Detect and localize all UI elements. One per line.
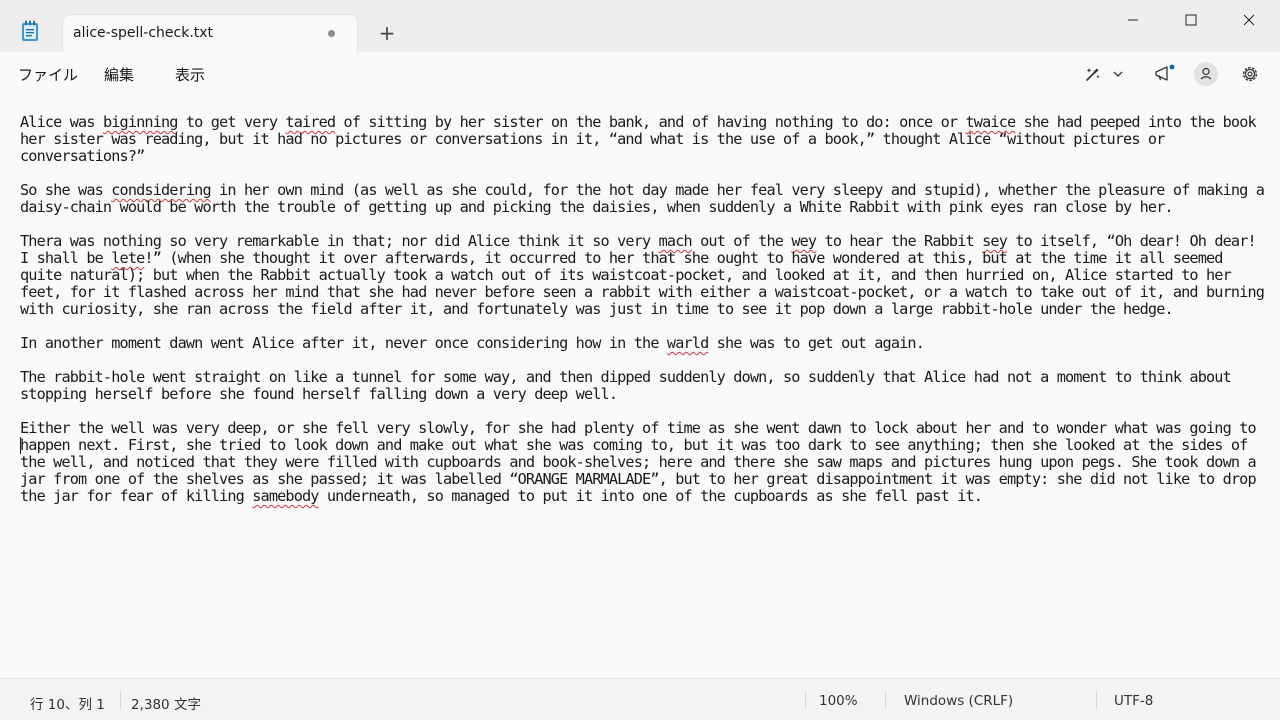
tab-document[interactable]: alice-spell-check.txt bbox=[62, 14, 358, 52]
close-button[interactable] bbox=[1220, 0, 1278, 40]
text-run: to hear the Rabbit bbox=[816, 232, 983, 250]
misspelled-word[interactable]: mach bbox=[659, 232, 693, 250]
text-run: So she was bbox=[20, 181, 112, 199]
menu-view[interactable]: 表示 bbox=[175, 64, 205, 85]
document-text[interactable]: Alice was biginning to get very taired o… bbox=[20, 114, 1270, 505]
menu-file[interactable]: ファイル bbox=[18, 64, 78, 85]
settings-icon[interactable] bbox=[1236, 60, 1264, 88]
new-tab-button[interactable]: + bbox=[374, 20, 400, 46]
paragraph[interactable]: Thera was nothing so very remarkable in … bbox=[20, 233, 1270, 318]
notepad-icon bbox=[20, 20, 40, 42]
text-run: The rabbit-hole went straight on like a … bbox=[20, 368, 1240, 403]
maximize-button[interactable] bbox=[1162, 0, 1220, 40]
misspelled-word[interactable]: sey bbox=[982, 232, 1008, 250]
zoom-level[interactable]: 100% bbox=[819, 693, 858, 709]
text-caret bbox=[20, 437, 21, 454]
status-divider bbox=[120, 691, 121, 709]
maximize-icon bbox=[1185, 14, 1197, 26]
status-divider bbox=[1096, 691, 1097, 709]
text-run: Alice was bbox=[20, 113, 103, 131]
paragraph[interactable]: Alice was biginning to get very taired o… bbox=[20, 114, 1270, 165]
text-run: of sitting by her sister on the bank, an… bbox=[335, 113, 966, 131]
text-run: she was to get out again. bbox=[708, 334, 925, 352]
text-run: to get very bbox=[177, 113, 286, 131]
status-divider bbox=[885, 691, 886, 709]
account-icon[interactable] bbox=[1192, 60, 1220, 88]
cursor-position[interactable]: 行 10、列 1 bbox=[30, 693, 105, 713]
misspelled-word[interactable]: taired bbox=[285, 113, 336, 131]
minimize-icon bbox=[1128, 19, 1138, 21]
close-icon bbox=[1243, 14, 1255, 26]
character-count: 2,380 文字 bbox=[131, 697, 201, 713]
misspelled-word[interactable]: warld bbox=[667, 334, 709, 352]
text-editor[interactable]: Alice was biginning to get very taired o… bbox=[0, 94, 1280, 678]
paragraph[interactable]: In another moment dawn went Alice after … bbox=[20, 335, 1270, 352]
copilot-icon[interactable] bbox=[1080, 60, 1106, 88]
text-run: out of the bbox=[691, 232, 792, 250]
misspelled-word[interactable]: lete bbox=[111, 249, 145, 267]
paragraph[interactable]: Either the well was very deep, or she fe… bbox=[20, 420, 1270, 505]
text-run: Thera was nothing so very remarkable in … bbox=[20, 232, 659, 250]
misspelled-word[interactable]: biginning bbox=[103, 113, 179, 131]
unsaved-dot-icon[interactable] bbox=[328, 30, 335, 37]
misspelled-word[interactable]: twaice bbox=[966, 113, 1017, 131]
feedback-icon[interactable] bbox=[1150, 60, 1180, 88]
menu-edit[interactable]: 編集 bbox=[104, 64, 134, 85]
paragraph[interactable]: The rabbit-hole went straight on like a … bbox=[20, 369, 1270, 403]
encoding[interactable]: UTF-8 bbox=[1114, 693, 1153, 709]
status-bar: 行 10、列 1 2,380 文字 100% Windows (CRLF) UT… bbox=[0, 678, 1280, 720]
paragraph[interactable]: So she was condsidering in her own mind … bbox=[20, 182, 1270, 216]
title-bar: alice-spell-check.txt + bbox=[0, 0, 1280, 52]
tab-title: alice-spell-check.txt bbox=[73, 25, 214, 41]
minimize-button[interactable] bbox=[1104, 0, 1162, 40]
status-divider bbox=[805, 691, 806, 709]
misspelled-word[interactable]: wey bbox=[791, 232, 817, 250]
chevron-down-icon[interactable] bbox=[1108, 60, 1128, 88]
text-run: underneath, so managed to put it into on… bbox=[318, 487, 983, 505]
line-ending[interactable]: Windows (CRLF) bbox=[904, 693, 1013, 709]
misspelled-word[interactable]: condsidering bbox=[111, 181, 211, 199]
text-run: !” (when she thought it over afterwards,… bbox=[20, 249, 1273, 318]
misspelled-word[interactable]: samebody bbox=[252, 487, 319, 505]
text-run: In another moment dawn went Alice after … bbox=[20, 334, 667, 352]
menu-bar: ファイル 編集 表示 bbox=[0, 52, 1280, 94]
